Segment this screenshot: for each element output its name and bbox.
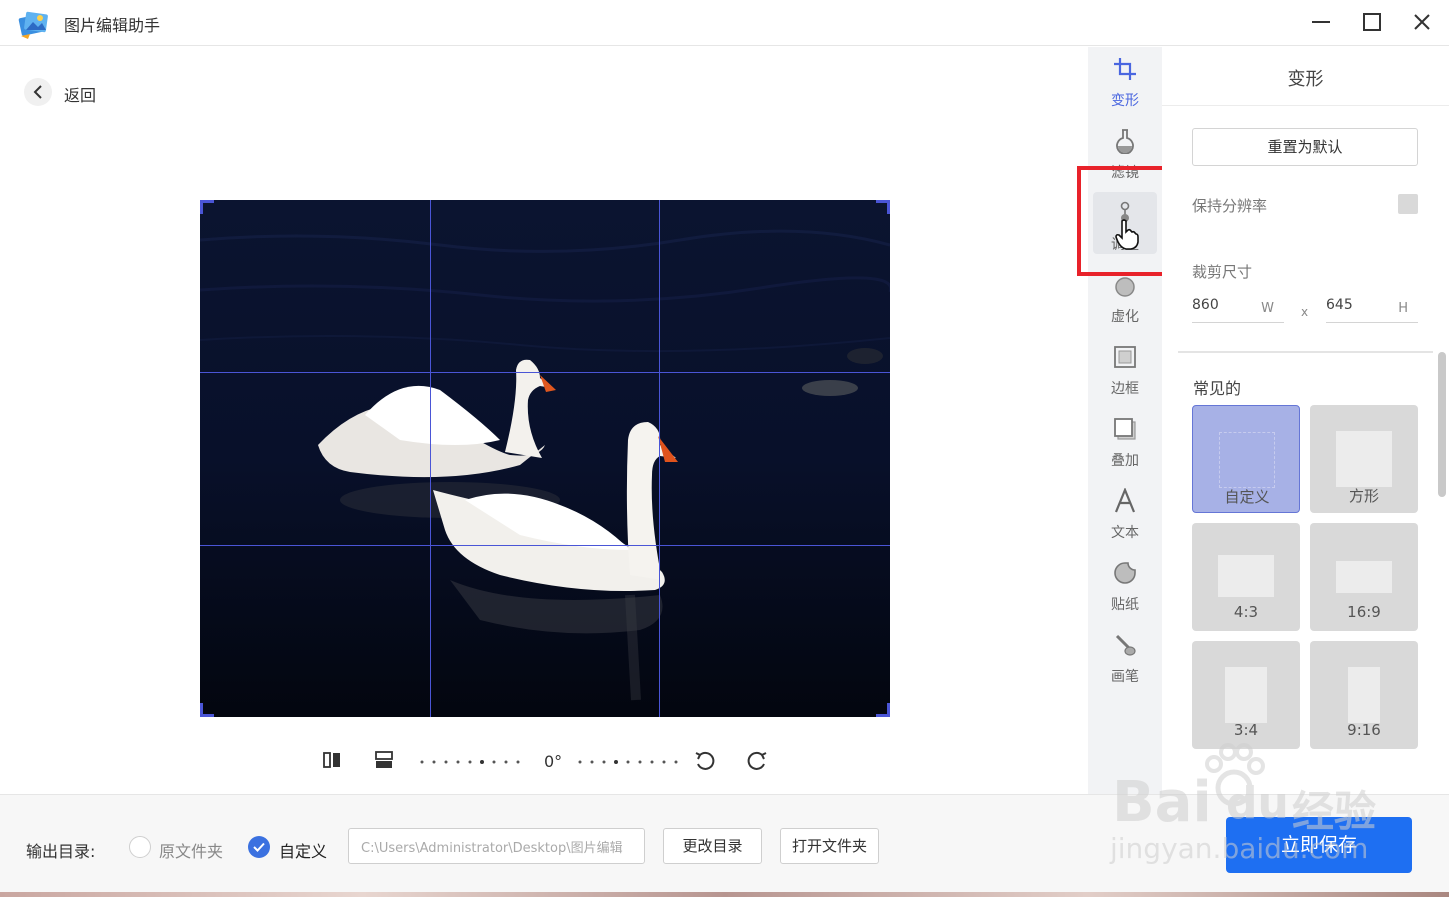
hand-cursor-icon bbox=[1115, 219, 1139, 250]
swan-photo bbox=[200, 200, 890, 717]
tool-label: 边框 bbox=[1111, 381, 1139, 397]
tool-transform[interactable]: 变形 bbox=[1088, 50, 1162, 120]
tool-blur[interactable]: 虚化 bbox=[1088, 266, 1162, 336]
minimize-button[interactable] bbox=[1301, 4, 1341, 40]
overlay-layers-icon bbox=[1114, 418, 1136, 440]
times-sign: x bbox=[1301, 305, 1309, 319]
common-ratios-label: 常见的 bbox=[1193, 379, 1242, 398]
app-logo-icon bbox=[18, 11, 48, 39]
ratio-label: 16:9 bbox=[1347, 603, 1381, 621]
back-label: 返回 bbox=[64, 86, 97, 105]
keep-resolution-label: 保持分辨率 bbox=[1192, 197, 1268, 215]
option-custom-label: 自定义 bbox=[279, 842, 328, 861]
panel-scrollbar[interactable] bbox=[1438, 352, 1446, 497]
rotate-left-icon[interactable] bbox=[694, 750, 716, 772]
crop-size-label: 裁剪尺寸 bbox=[1192, 263, 1253, 281]
ratio-label: 4:3 bbox=[1233, 603, 1259, 621]
ratio-square[interactable]: 方形 bbox=[1310, 405, 1418, 513]
tool-text[interactable]: 文本 bbox=[1088, 482, 1162, 552]
crop-height-field[interactable]: 645 H bbox=[1326, 293, 1418, 323]
ratio-shape bbox=[1225, 667, 1267, 723]
title-bar: 图片编辑助手 bbox=[0, 0, 1449, 46]
tool-label: 贴纸 bbox=[1111, 597, 1139, 613]
bottom-bar: 输出目录: 原文件夹 自定义 更改目录 打开文件夹 立即保存 bbox=[0, 794, 1449, 897]
reset-default-button[interactable]: 重置为默认 bbox=[1192, 128, 1418, 166]
crop-handle-top-left[interactable] bbox=[200, 200, 214, 214]
text-a-icon bbox=[1114, 488, 1136, 513]
keep-resolution-checkbox[interactable] bbox=[1398, 194, 1418, 214]
crop-width-unit: W bbox=[1261, 301, 1274, 316]
crop-handle-bottom-left[interactable] bbox=[200, 703, 214, 717]
rotate-toolbar: 0° bbox=[318, 746, 778, 778]
tool-sticker[interactable]: 贴纸 bbox=[1088, 554, 1162, 624]
panel-title: 变形 bbox=[1287, 69, 1324, 90]
crop-width-field[interactable]: 860 W bbox=[1192, 293, 1284, 323]
grid-line-h1 bbox=[200, 372, 890, 373]
background-strip bbox=[0, 892, 1449, 897]
radio-original-folder[interactable] bbox=[129, 836, 151, 858]
ratio-label: 方形 bbox=[1348, 487, 1379, 505]
ratio-16-9[interactable]: 16:9 bbox=[1310, 523, 1418, 631]
change-dir-button[interactable]: 更改目录 bbox=[663, 828, 762, 864]
grid-line-v1 bbox=[430, 200, 431, 717]
maximize-button[interactable] bbox=[1352, 4, 1392, 40]
tool-label: 虚化 bbox=[1111, 309, 1139, 325]
border-frame-icon bbox=[1114, 346, 1136, 368]
grid-line-h2 bbox=[200, 545, 890, 546]
rotation-angle-value: 0° bbox=[544, 752, 563, 771]
ratio-label: 自定义 bbox=[1224, 488, 1270, 506]
tool-label: 文本 bbox=[1111, 525, 1139, 541]
rotate-right-icon[interactable] bbox=[746, 750, 768, 772]
ratio-shape bbox=[1336, 431, 1392, 487]
rotation-slider-right[interactable] bbox=[578, 760, 682, 764]
crop-width-value: 860 bbox=[1192, 297, 1219, 313]
ratio-custom[interactable]: 自定义 bbox=[1192, 405, 1300, 513]
transform-panel: 变形 重置为默认 保持分辨率 裁剪尺寸 860 W x 645 H 常见的 自定… bbox=[1162, 47, 1449, 794]
flip-vertical-icon[interactable] bbox=[374, 750, 394, 770]
option-original-label: 原文件夹 bbox=[159, 842, 224, 861]
ratio-label: 9:16 bbox=[1347, 721, 1381, 739]
ratio-4-3[interactable]: 4:3 bbox=[1192, 523, 1300, 631]
ratio-shape bbox=[1336, 561, 1392, 593]
flip-horizontal-icon[interactable] bbox=[322, 750, 342, 770]
crop-height-value: 645 bbox=[1326, 297, 1353, 313]
crop-height-unit: H bbox=[1398, 301, 1408, 316]
check-icon bbox=[253, 842, 265, 852]
open-folder-button[interactable]: 打开文件夹 bbox=[780, 828, 879, 864]
filter-flask-icon bbox=[1116, 129, 1134, 154]
output-path-input[interactable] bbox=[348, 828, 645, 864]
divider bbox=[1178, 351, 1433, 353]
crop-icon bbox=[1114, 58, 1136, 80]
radio-custom-folder[interactable] bbox=[248, 836, 270, 858]
divider bbox=[1162, 105, 1449, 106]
sticker-icon bbox=[1114, 562, 1136, 584]
app-title: 图片编辑助手 bbox=[64, 16, 161, 35]
tool-overlay[interactable]: 叠加 bbox=[1088, 410, 1162, 480]
rotation-slider-left[interactable] bbox=[420, 760, 528, 764]
grid-line-v2 bbox=[659, 200, 660, 717]
close-button[interactable] bbox=[1402, 4, 1442, 40]
close-icon bbox=[1414, 14, 1430, 30]
tool-brush[interactable]: 画笔 bbox=[1088, 626, 1162, 696]
crop-handle-top-right[interactable] bbox=[876, 200, 890, 214]
ratio-shape bbox=[1218, 555, 1274, 597]
output-dir-label: 输出目录: bbox=[26, 842, 96, 861]
tool-label: 变形 bbox=[1111, 93, 1139, 109]
tool-label: 画笔 bbox=[1111, 669, 1139, 685]
save-now-button[interactable]: 立即保存 bbox=[1226, 817, 1412, 873]
brush-icon bbox=[1115, 634, 1136, 656]
maximize-icon bbox=[1363, 13, 1381, 31]
ratio-shape bbox=[1348, 667, 1380, 723]
tool-label: 叠加 bbox=[1111, 453, 1139, 469]
image-canvas[interactable] bbox=[200, 200, 890, 717]
ratio-shape bbox=[1219, 432, 1275, 488]
minimize-icon bbox=[1312, 21, 1330, 23]
ratio-9-16[interactable]: 9:16 bbox=[1310, 641, 1418, 749]
back-arrow-icon bbox=[24, 78, 52, 106]
ratio-label: 3:4 bbox=[1233, 721, 1259, 739]
crop-handle-bottom-right[interactable] bbox=[876, 703, 890, 717]
ratio-3-4[interactable]: 3:4 bbox=[1192, 641, 1300, 749]
tool-border[interactable]: 边框 bbox=[1088, 338, 1162, 408]
app-window: 图片编辑助手 返回 0° 变形 滤镜 虚化 边框 叠加 文本 贴纸 画笔 变形 … bbox=[0, 0, 1449, 897]
